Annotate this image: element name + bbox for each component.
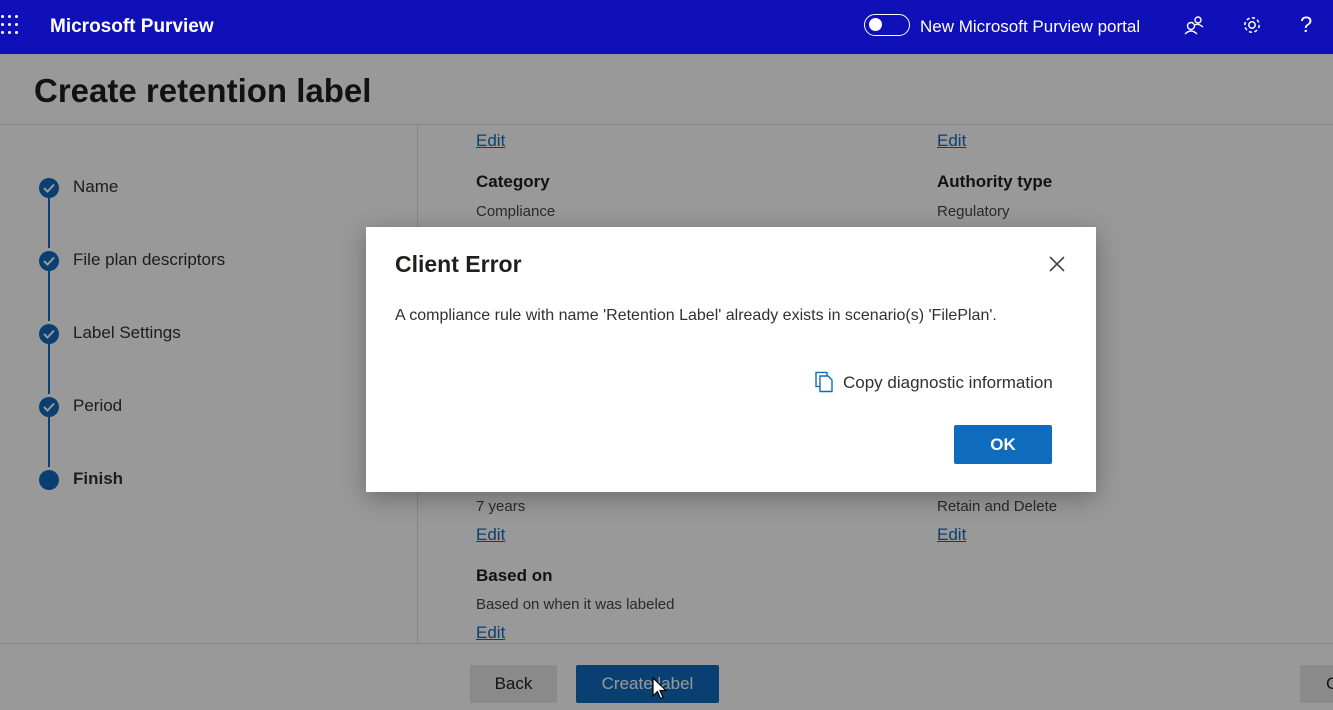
new-portal-label: New Microsoft Purview portal (920, 17, 1141, 36)
waffle-menu-icon[interactable] (0, 14, 22, 38)
copy-diagnostic-label: Copy diagnostic information (843, 373, 1053, 392)
close-icon[interactable] (1048, 255, 1066, 273)
new-portal-toggle[interactable] (864, 14, 910, 36)
help-icon[interactable]: ? (1300, 12, 1312, 38)
dialog-message: A compliance rule with name 'Retention L… (395, 307, 997, 324)
client-error-dialog: Client Error A compliance rule with name… (366, 227, 1096, 492)
toggle-knob (869, 18, 882, 31)
app-name[interactable]: Microsoft Purview (50, 16, 214, 38)
top-bar: Microsoft Purview New Microsoft Purview … (0, 0, 1333, 54)
copy-icon (815, 371, 833, 393)
dialog-title: Client Error (395, 251, 522, 277)
people-icon[interactable] (1183, 14, 1205, 36)
ok-button[interactable]: OK (954, 425, 1052, 464)
gear-icon[interactable] (1241, 14, 1263, 36)
mouse-cursor-icon (652, 677, 668, 700)
